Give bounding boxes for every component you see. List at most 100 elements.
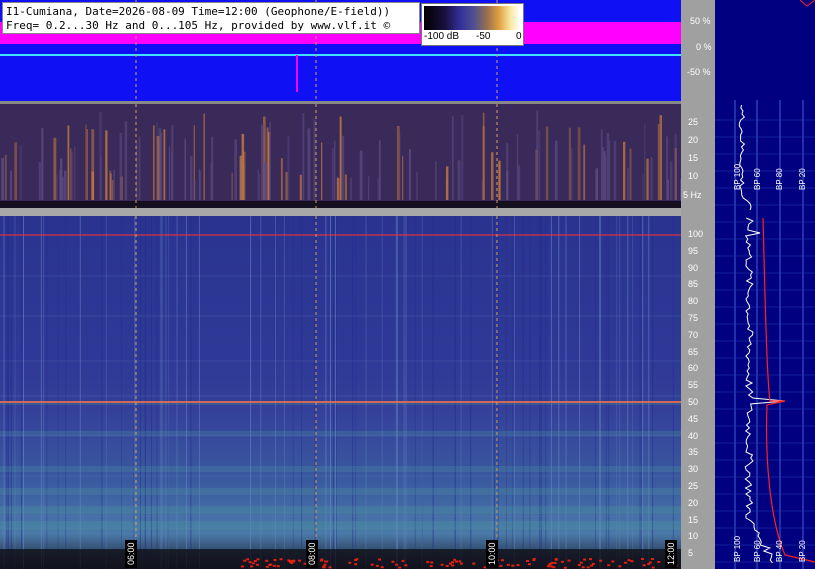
spectrogram-streak: [402, 155, 404, 200]
spectrogram-streak: [203, 113, 205, 200]
spectrogram-streak: [604, 155, 607, 200]
band-label: BP 100: [733, 535, 742, 562]
frequency-tick: 95: [688, 245, 699, 256]
noise-speck: [323, 563, 327, 566]
noise-speck: [526, 560, 529, 562]
spectrogram-streak: [498, 160, 501, 200]
noise-speck: [240, 565, 244, 568]
frequency-tick: 90: [688, 262, 699, 273]
spectrogram-streak: [313, 119, 316, 200]
color-scale-legend: -100 dB -50 0: [421, 3, 524, 46]
spectrogram-streak: [378, 140, 381, 200]
spectrogram-streak: [408, 149, 411, 200]
noise-speck: [501, 559, 504, 562]
spectrogram-streak: [280, 158, 283, 200]
spectrogram-streak: [70, 148, 72, 200]
frequency-tick: 100: [688, 229, 704, 239]
frequency-info: Freq= 0.2...30 Hz and 0...105 Hz, provid…: [6, 19, 391, 32]
spectrogram-streak: [536, 110, 539, 200]
harmonic-band: [0, 506, 681, 514]
spectrogram-streak: [269, 121, 271, 200]
noise-speck: [641, 558, 645, 560]
band-label: BP 60: [753, 540, 762, 562]
legend-mid-label: -50: [476, 31, 491, 42]
noise-speck: [599, 559, 603, 562]
noise-speck: [251, 562, 255, 565]
noise-speck: [404, 564, 408, 567]
spectrogram-streak: [583, 144, 586, 200]
noise-speck: [567, 559, 571, 562]
low-freq-tick: 10: [688, 171, 699, 181]
noise-speck: [552, 566, 556, 569]
noise-speck: [265, 565, 269, 568]
noise-speck: [589, 558, 592, 561]
noise-speck: [651, 558, 654, 560]
spectrogram-streak: [650, 157, 653, 200]
noise-speck: [290, 562, 294, 564]
noise-speck: [560, 560, 564, 563]
low-frequency-features: [0, 104, 681, 208]
time-label: 08:00: [306, 540, 318, 568]
low-freq-tick: 15: [688, 153, 699, 163]
noise-speck: [516, 564, 520, 567]
spectrogram-streak: [606, 133, 610, 200]
spectrogram-streak: [359, 150, 363, 200]
noise-speck: [623, 561, 627, 564]
noise-speck: [455, 560, 458, 563]
frequency-tick: 10: [688, 531, 699, 542]
spectrogram-streak: [482, 126, 485, 200]
noise-speck: [630, 560, 634, 563]
spectrogram-streak: [112, 179, 114, 200]
main-spectrogram-features: [0, 216, 681, 569]
noise-speck: [375, 564, 379, 567]
noise-speck: [250, 565, 254, 568]
noise-speck: [255, 563, 259, 566]
noise-speck: [378, 558, 381, 561]
station-title: I1-Cumiana, Date=2026-08-09 Time=12:00 (…: [6, 5, 391, 18]
spectrum-profile-plot: [715, 0, 815, 569]
spectrogram-streak: [659, 115, 662, 200]
noise-speck: [586, 566, 590, 569]
noise-speck: [380, 566, 384, 569]
color-scale-gradient: [424, 6, 520, 30]
amplitude-tick: 50 %: [690, 16, 711, 26]
spectrogram-streak: [334, 140, 336, 200]
spectrogram-streak: [657, 124, 660, 200]
profile-trace: [738, 104, 752, 211]
spectrogram-streak: [287, 136, 290, 200]
spectrogram-streak: [153, 125, 155, 200]
noise-speck: [550, 562, 554, 564]
noise-speck: [458, 560, 462, 563]
frequency-tick: 20: [688, 497, 699, 508]
frequency-tick: 75: [688, 313, 699, 323]
time-label: 06:00: [125, 540, 137, 568]
spectrogram-streak: [613, 141, 617, 200]
spectrogram-streak: [190, 155, 193, 200]
noise-speck: [607, 564, 611, 567]
spectrogram-streak: [666, 179, 669, 200]
noise-speck: [642, 564, 646, 567]
spectrogram-streak: [446, 166, 449, 200]
spectrogram-streak: [538, 130, 541, 200]
noise-speck: [429, 565, 433, 568]
noise-speck: [279, 558, 283, 561]
noise-speck: [451, 564, 455, 567]
noise-speck: [499, 564, 503, 567]
spectrogram-streak: [577, 127, 581, 200]
frequency-tick: 40: [688, 430, 699, 441]
spectrogram-streak: [646, 158, 649, 200]
noise-speck: [319, 559, 323, 562]
spectrogram-streak: [642, 173, 644, 200]
noise-speck: [276, 565, 280, 568]
spectrogram-streak: [674, 133, 677, 200]
frequency-tick: 25: [688, 481, 699, 491]
legend-max-label: 0: [516, 31, 522, 42]
noise-speck: [256, 558, 260, 561]
noise-speck: [370, 563, 374, 566]
spectrogram-streak: [184, 138, 186, 200]
spectrogram-streak: [242, 151, 246, 200]
low-freq-tick: 25: [688, 117, 699, 127]
legend-min-label: -100 dB: [424, 31, 460, 42]
frequency-tick: 55: [688, 380, 699, 391]
noise-speck: [391, 560, 395, 563]
